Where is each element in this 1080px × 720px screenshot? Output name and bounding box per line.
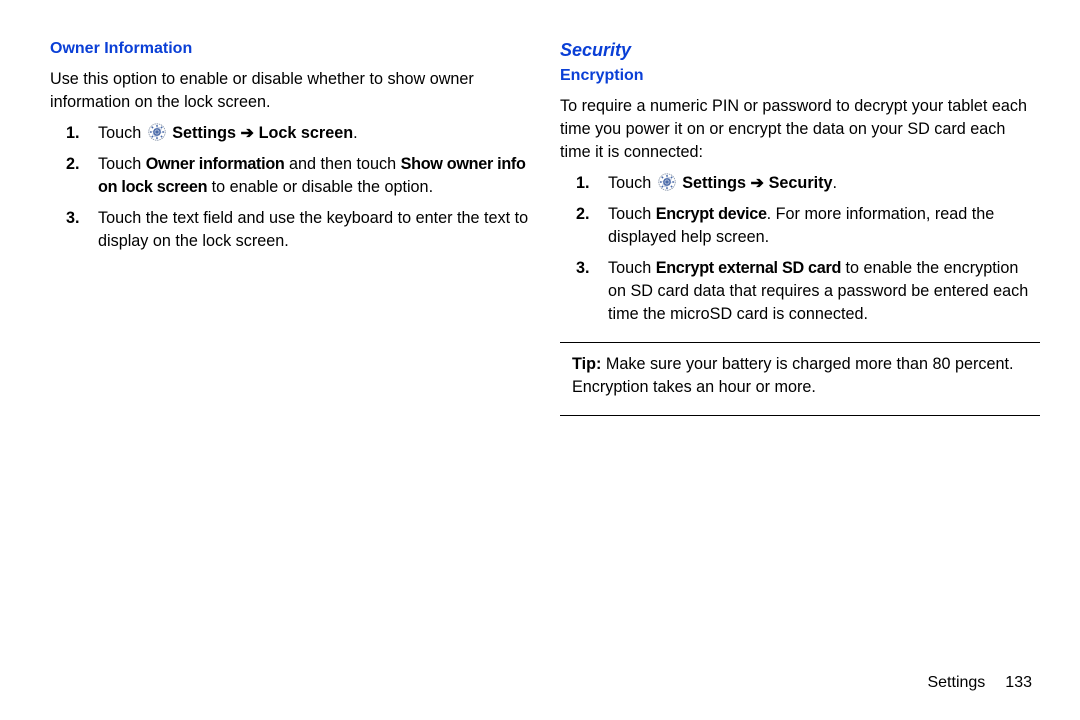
divider	[560, 415, 1040, 416]
enc-step-1: Touch SettingsSecurity.	[608, 172, 1040, 195]
owner-intro: Use this option to enable or disable whe…	[50, 68, 530, 114]
footer-page-number: 133	[1005, 674, 1032, 691]
section-security: Security	[560, 40, 1040, 61]
tip: Tip: Make sure your battery is charged m…	[560, 353, 1040, 399]
owner-step-2: Touch Owner information and then touch S…	[98, 153, 530, 199]
enc-step-3: Touch Encrypt external SD card to enable…	[608, 257, 1040, 326]
divider	[560, 342, 1040, 343]
heading-encryption: Encryption	[560, 67, 1040, 85]
right-column: Security Encryption To require a numeric…	[560, 40, 1040, 426]
owner-step-1: Touch SettingsLock screen.	[98, 122, 530, 145]
owner-steps: Touch SettingsLock screen. Touch Owner i…	[50, 122, 530, 253]
owner-step-3: Touch the text field and use the keyboar…	[98, 207, 530, 253]
left-column: Owner Information Use this option to ena…	[50, 40, 530, 426]
encryption-steps: Touch SettingsSecurity. Touch Encrypt de…	[560, 172, 1040, 326]
heading-owner-info: Owner Information	[50, 40, 530, 58]
footer-section: Settings	[927, 674, 985, 691]
settings-gear-icon	[148, 123, 166, 141]
encryption-intro: To require a numeric PIN or password to …	[560, 95, 1040, 164]
enc-step-2: Touch Encrypt device. For more informati…	[608, 203, 1040, 249]
settings-gear-icon	[658, 173, 676, 191]
page-body: Owner Information Use this option to ena…	[0, 0, 1080, 426]
page-footer: Settings 133	[927, 674, 1032, 692]
